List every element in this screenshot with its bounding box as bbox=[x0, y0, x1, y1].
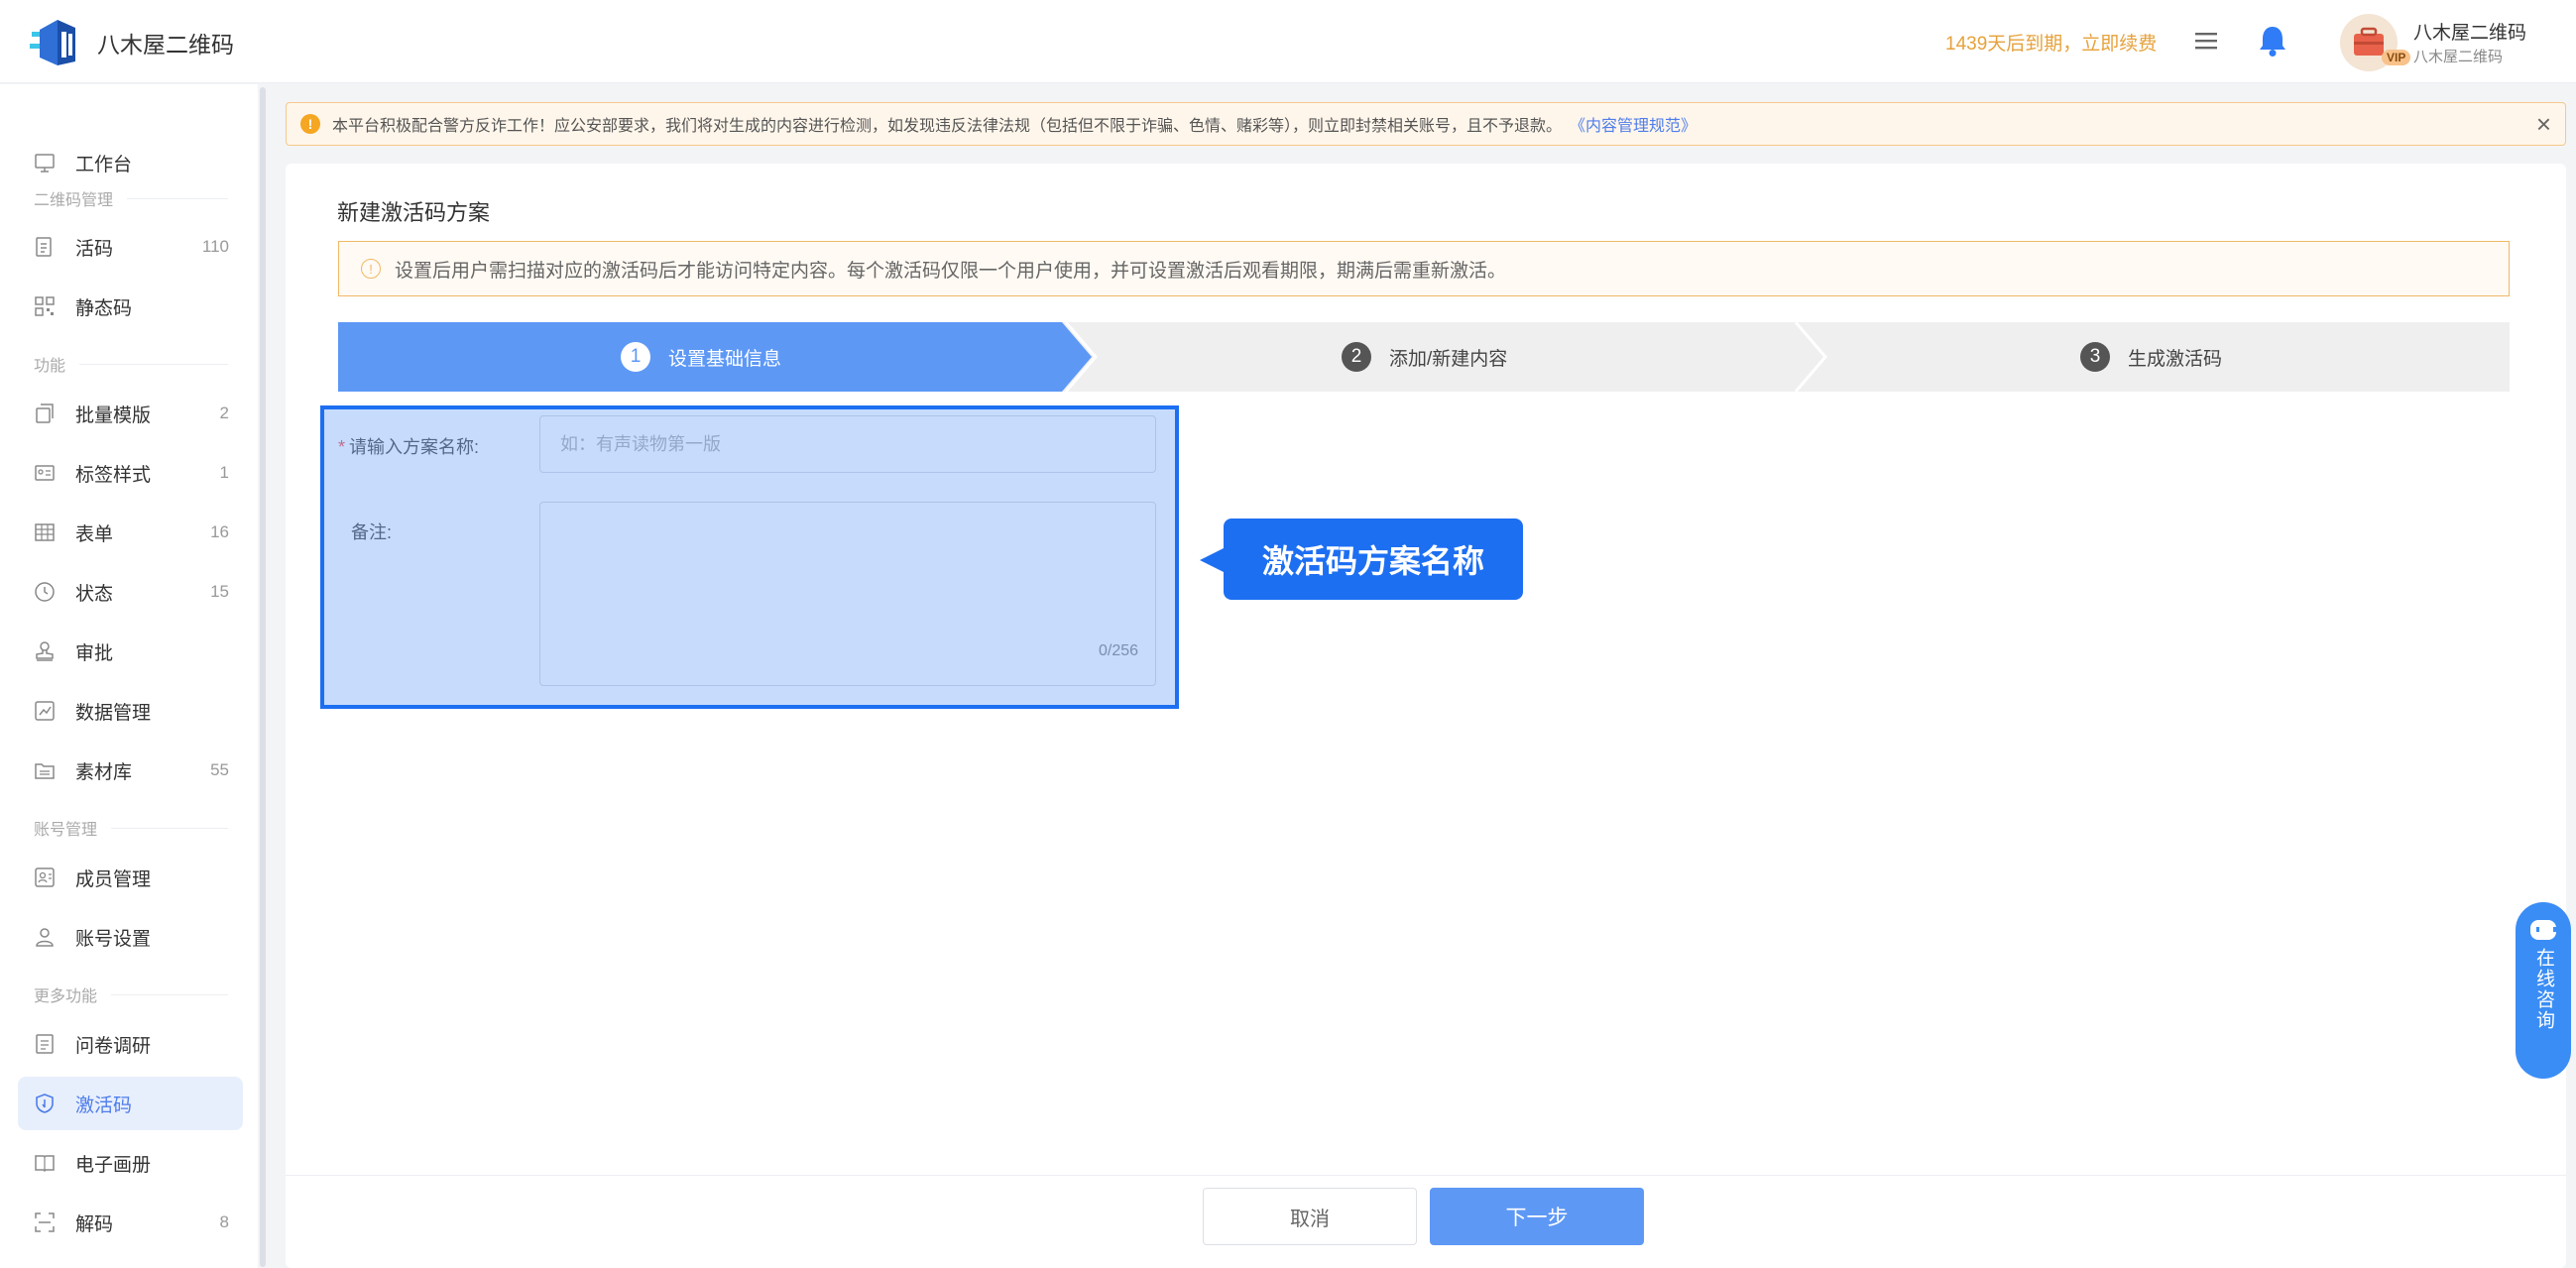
online-consult-button[interactable]: 在线咨询 bbox=[2516, 902, 2571, 1079]
sidebar-item-label: 电子画册 bbox=[75, 1154, 152, 1176]
callout-label: 激活码方案名称 bbox=[1200, 519, 1523, 600]
sidebar-item-label: 成员管理 bbox=[75, 868, 152, 890]
vip-badge: VIP bbox=[2382, 50, 2411, 65]
sidebar-item-count: 1 bbox=[219, 463, 229, 482]
stamp-icon bbox=[36, 641, 54, 661]
user-name[interactable]: 八木屋二维码 bbox=[2413, 18, 2526, 45]
sidebar-item-batch-template[interactable]: 批量模版 2 bbox=[18, 387, 243, 440]
section-account: 账号管理 bbox=[34, 816, 228, 840]
sidebar-item-live-code[interactable]: 活码 110 bbox=[18, 220, 243, 274]
sidebar-item-count: 8 bbox=[219, 1212, 229, 1231]
sidebar-item-label: 解码 bbox=[75, 1213, 114, 1235]
menu-icon[interactable] bbox=[2193, 30, 2219, 52]
sidebar-item-label: 审批 bbox=[75, 642, 114, 664]
sidebar-item-activation-code[interactable]: 激活码 bbox=[18, 1077, 243, 1130]
sidebar-scrollbar[interactable] bbox=[260, 87, 266, 1267]
notice-text: 本平台积极配合警方反诈工作！应公安部要求，我们将对生成的内容进行检测，如发现违反… bbox=[332, 118, 1563, 135]
consult-label: 在线咨询 bbox=[2533, 948, 2554, 1031]
tip-text: 设置后用户需扫描对应的激活码后才能访问特定内容。每个激活码仅限一个用户使用，并可… bbox=[395, 260, 1507, 282]
sidebar-item-survey[interactable]: 问卷调研 bbox=[18, 1017, 243, 1071]
sidebar-item-label: 激活码 bbox=[75, 1095, 133, 1116]
sidebar-item-account-settings[interactable]: 账号设置 bbox=[18, 910, 243, 964]
expire-renew-link[interactable]: 1439天后到期，立即续费 bbox=[1945, 29, 2157, 56]
qr-icon bbox=[35, 296, 55, 316]
sidebar-item-workbench[interactable]: 工作台 bbox=[18, 136, 243, 189]
sidebar-item-label: 状态 bbox=[75, 583, 114, 605]
sidebar-item-label: 批量模版 bbox=[75, 404, 152, 426]
user-subtitle: 八木屋二维码 bbox=[2413, 49, 2504, 65]
step-label: 设置基础信息 bbox=[668, 348, 782, 370]
book-icon bbox=[35, 1155, 55, 1173]
sidebar-item-decode[interactable]: 解码 8 bbox=[18, 1196, 243, 1249]
sidebar-item-count: 2 bbox=[219, 403, 229, 422]
sidebar-item-count: 110 bbox=[201, 237, 229, 256]
shield-icon bbox=[36, 1094, 54, 1113]
tag-card-icon bbox=[35, 465, 55, 481]
page-icon bbox=[36, 237, 52, 257]
section-more: 更多功能 bbox=[34, 982, 228, 1006]
sidebar-item-data-manage[interactable]: 数据管理 bbox=[18, 684, 243, 738]
sidebar-item-material-library[interactable]: 素材库 55 bbox=[18, 744, 243, 797]
sidebar-item-members[interactable]: 成员管理 bbox=[18, 851, 243, 904]
bell-icon[interactable] bbox=[2257, 24, 2288, 58]
step-3: 3 生成激活码 bbox=[2080, 342, 2222, 372]
section-features: 功能 bbox=[34, 352, 228, 376]
steps-bar: 1 设置基础信息 2 添加/新建内容 3 生成激活码 bbox=[338, 322, 2510, 392]
sidebar-item-label: 活码 bbox=[75, 238, 114, 260]
close-icon[interactable]: × bbox=[2536, 111, 2551, 137]
member-icon bbox=[35, 867, 55, 887]
survey-icon bbox=[36, 1034, 54, 1054]
section-qr-manage: 二维码管理 bbox=[34, 186, 228, 210]
notice-policy-link[interactable]: 《内容管理规范》 bbox=[1570, 112, 1697, 136]
sidebar-item-label: 素材库 bbox=[75, 761, 133, 783]
copy-icon bbox=[36, 403, 54, 423]
brand-name: 八木屋二维码 bbox=[97, 32, 234, 58]
sidebar-item-ebook[interactable]: 电子画册 bbox=[18, 1136, 243, 1190]
monitor-icon bbox=[35, 154, 55, 173]
sidebar-item-approval[interactable]: 审批 bbox=[18, 625, 243, 678]
step-label: 生成激活码 bbox=[2128, 348, 2223, 370]
highlight-box bbox=[320, 405, 1179, 709]
sidebar-item-label: 数据管理 bbox=[75, 702, 152, 724]
next-step-button[interactable]: 下一步 bbox=[1430, 1188, 1644, 1245]
step-label: 添加/新建内容 bbox=[1389, 348, 1508, 370]
user-icon bbox=[36, 928, 54, 947]
top-header: 八木屋二维码 1439天后到期，立即续费 VIP 八木屋二维码 八木屋二维码 bbox=[0, 0, 2576, 83]
scan-icon bbox=[35, 1212, 55, 1232]
step-number: 3 bbox=[2080, 342, 2110, 372]
sidebar-item-label: 问卷调研 bbox=[75, 1035, 152, 1057]
sidebar-item-form[interactable]: 表单 16 bbox=[18, 506, 243, 559]
sidebar-item-count: 55 bbox=[210, 760, 229, 779]
page-title: 新建激活码方案 bbox=[337, 200, 491, 225]
warning-icon: ! bbox=[300, 114, 320, 134]
sidebar-item-status[interactable]: 状态 15 bbox=[18, 565, 243, 619]
step-2: 2 添加/新建内容 bbox=[1342, 342, 1507, 372]
sidebar-item-label-style[interactable]: 标签样式 1 bbox=[18, 446, 243, 500]
sidebar-item-label: 表单 bbox=[75, 523, 114, 545]
info-tip: ! 设置后用户需扫描对应的激活码后才能访问特定内容。每个激活码仅限一个用户使用，… bbox=[338, 241, 2510, 296]
sidebar-item-label: 标签样式 bbox=[75, 464, 152, 486]
status-icon bbox=[35, 582, 55, 602]
sidebar-item-static-code[interactable]: 静态码 bbox=[18, 280, 243, 333]
notice-bar: ! 本平台积极配合警方反诈工作！应公安部要求，我们将对生成的内容进行检测，如发现… bbox=[286, 102, 2566, 146]
sidebar-item-count: 15 bbox=[210, 582, 229, 601]
chart-icon bbox=[35, 701, 55, 721]
footer-divider bbox=[286, 1175, 2566, 1176]
cancel-button[interactable]: 取消 bbox=[1203, 1188, 1417, 1245]
info-icon: ! bbox=[361, 259, 381, 279]
step-number: 1 bbox=[621, 342, 650, 372]
chat-icon bbox=[2530, 920, 2556, 940]
sidebar-item-label: 工作台 bbox=[75, 154, 133, 175]
step-1: 1 设置基础信息 bbox=[621, 342, 781, 372]
sidebar-item-label: 静态码 bbox=[75, 297, 133, 319]
folder-icon bbox=[35, 763, 55, 779]
step-number: 2 bbox=[1342, 342, 1371, 372]
table-icon bbox=[35, 523, 55, 541]
sidebar-item-count: 16 bbox=[210, 522, 229, 541]
sidebar: 工作台 二维码管理 活码 110 静态码 功能 批量模版 2 标签样式 1 表单… bbox=[0, 84, 258, 1268]
logo-icon[interactable] bbox=[30, 12, 85, 69]
sidebar-item-label: 账号设置 bbox=[75, 928, 152, 950]
